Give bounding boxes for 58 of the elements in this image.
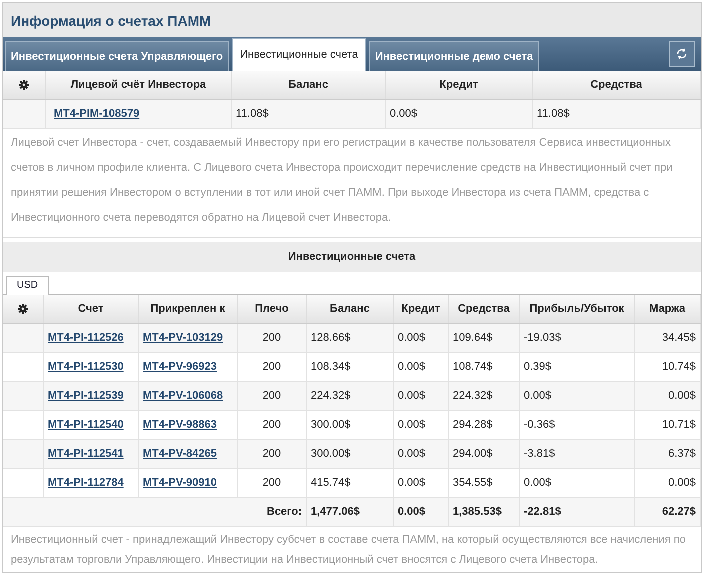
table-cell: 224.32$	[306, 382, 394, 410]
table-cell: 0.00$	[520, 382, 634, 410]
table-cell: 200	[238, 382, 306, 410]
table-cell: 294.00$	[448, 440, 520, 468]
table-cell: 0.00$	[634, 382, 700, 410]
column-header: Маржа	[634, 295, 700, 324]
table-cell: -3.81$	[520, 440, 634, 468]
column-header: Лицевой счёт Инвестора	[46, 71, 232, 100]
settings-icon[interactable]	[19, 80, 29, 90]
description-text: Лицевой счет Инвестора - счет, создаваемый Инвестору при его регистрации в качестве пользователя Сервиса инвестиционных счетов в личном профиле клиента. С Лицевого счета Инвестора происходит перечисление средств на Инвестиционный счет при принятии решения Инвестором о вступлении в тот или иной счет ПАММ. При выходе Инвестора из счета ПАММ, средства с Инвестиционного счета переводятся обратно на Лицевой счет Инвестора.	[3, 129, 701, 238]
account-link[interactable]: MT4-PV-90910	[143, 477, 217, 489]
table-cell: 0.00$	[386, 100, 532, 128]
tab[interactable]: Инвестиционные демо счета	[369, 41, 540, 71]
column-header: Кредит	[394, 295, 448, 324]
settings-icon[interactable]	[18, 304, 28, 314]
table-cell: 0.00$	[394, 324, 448, 352]
table-cell: 34.45$	[634, 324, 700, 352]
total-cell: 62.27$	[634, 498, 700, 526]
column-header: Кредит	[386, 71, 532, 100]
column-header: Прибыль/Убыток	[520, 295, 634, 324]
description-text: Инвестиционный счет - принадлежащий Инвестору субсчет в составе счета ПАММ, на который осуществляются все начисления по результатам торговли Управляющего. Инвестиции на Инвестиционный счет вносятся с Лицевого счета Инвестора.	[10, 533, 687, 568]
column-header: Средства	[448, 295, 520, 324]
section-title: Инвестиционные счета	[3, 242, 701, 272]
table-cell: 128.66$	[306, 324, 394, 352]
table-cell: 0.00$	[394, 382, 448, 410]
total-cell: 1,477.06$	[306, 498, 394, 526]
column-header: Прикреплен к	[138, 295, 238, 324]
account-link[interactable]: MT4-PIM-108579	[54, 108, 140, 120]
table-cell: 300.00$	[306, 440, 394, 468]
account-link[interactable]: MT4-PI-112530	[48, 361, 124, 373]
account-link[interactable]: MT4-PI-112540	[48, 419, 124, 431]
tab[interactable]: Инвестиционные счета	[232, 38, 366, 71]
currency-tab[interactable]: USD	[6, 276, 50, 295]
total-label: Всего:	[3, 498, 306, 526]
account-link[interactable]: MT4-PV-98863	[143, 419, 217, 431]
table-cell: 200	[238, 324, 306, 352]
column-header: Счет	[44, 295, 138, 324]
table-cell: -19.03$	[520, 324, 634, 352]
table-cell: 11.08$	[232, 100, 386, 128]
table-cell: 0.00$	[394, 440, 448, 468]
account-link[interactable]: MT4-PV-96923	[143, 361, 217, 373]
table-cell: 224.32$	[448, 382, 520, 410]
total-cell: 0.00$	[394, 498, 448, 526]
table-cell: 6.37$	[634, 440, 700, 468]
panel-title: Информация о счетах ПАММ	[3, 3, 701, 37]
column-header: Средства	[532, 71, 700, 100]
table-cell: 200	[238, 440, 306, 468]
column-header: Баланс	[306, 295, 394, 324]
table-cell: 109.64$	[448, 324, 520, 352]
column-header: Плечо	[238, 295, 306, 324]
account-link[interactable]: MT4-PI-112784	[48, 477, 124, 489]
total-cell: 1,385.53$	[448, 498, 520, 526]
tab[interactable]: Инвестиционные счета Управляющего	[5, 41, 230, 71]
column-header: Баланс	[232, 71, 386, 100]
refresh-icon	[676, 48, 688, 60]
total-cell: -22.81$	[520, 498, 634, 526]
table-cell: 11.08$	[532, 100, 700, 128]
refresh-button[interactable]	[669, 41, 695, 67]
